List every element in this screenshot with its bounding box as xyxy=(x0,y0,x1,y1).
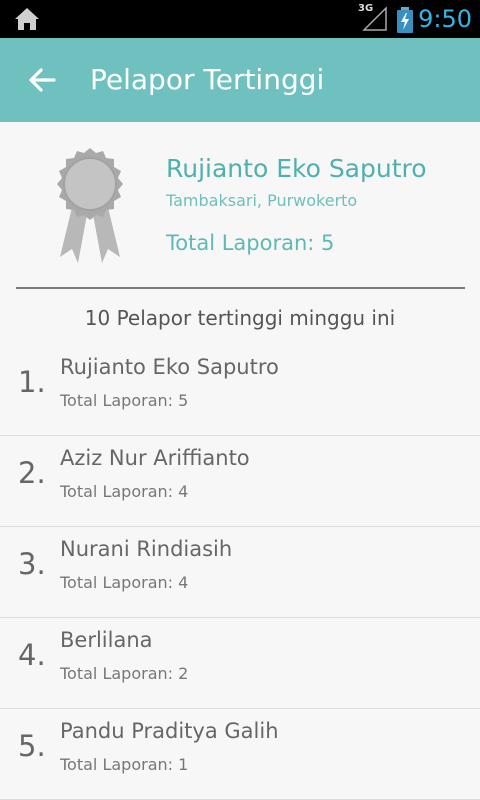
rank-number: 4. xyxy=(18,638,46,672)
reporter-total: Total Laporan: 4 xyxy=(60,573,189,592)
status-time: 9:50 xyxy=(418,5,472,33)
rank-number: 5. xyxy=(18,729,46,763)
divider xyxy=(16,287,465,289)
battery-charging-icon xyxy=(397,7,413,33)
reporter-total: Total Laporan: 4 xyxy=(60,482,189,501)
home-icon[interactable] xyxy=(14,7,40,31)
list-item[interactable]: 2. Aziz Nur Ariffianto Total Laporan: 4 xyxy=(0,436,480,527)
reporter-list: 1. Rujianto Eko Saputro Total Laporan: 5… xyxy=(0,345,480,800)
rank-number: 2. xyxy=(18,456,46,490)
top-reporter-card: Rujianto Eko Saputro Tambaksari, Purwoke… xyxy=(0,122,480,288)
list-item[interactable]: 5. Pandu Praditya Galih Total Laporan: 1 xyxy=(0,709,480,800)
signal-icon: 3G xyxy=(358,4,390,32)
reporter-total: Total Laporan: 2 xyxy=(60,664,189,683)
top-reporter-name: Rujianto Eko Saputro xyxy=(166,154,427,183)
list-item[interactable]: 1. Rujianto Eko Saputro Total Laporan: 5 xyxy=(0,345,480,436)
rank-number: 1. xyxy=(18,365,46,399)
award-ribbon-icon xyxy=(57,148,123,263)
status-bar: 3G 9:50 xyxy=(0,0,480,38)
reporter-name: Berlilana xyxy=(60,628,153,652)
rank-number: 3. xyxy=(18,547,46,581)
top-reporter-total: Total Laporan: 5 xyxy=(166,231,335,255)
reporter-name: Aziz Nur Ariffianto xyxy=(60,446,250,470)
page-title: Pelapor Tertinggi xyxy=(90,63,325,96)
list-heading: 10 Pelapor tertinggi minggu ini xyxy=(84,306,396,330)
list-item[interactable]: 4. Berlilana Total Laporan: 2 xyxy=(0,618,480,709)
arrow-left-icon[interactable] xyxy=(24,62,60,98)
list-item[interactable]: 3. Nurani Rindiasih Total Laporan: 4 xyxy=(0,527,480,618)
reporter-name: Pandu Praditya Galih xyxy=(60,719,279,743)
reporter-name: Rujianto Eko Saputro xyxy=(60,355,279,379)
reporter-name: Nurani Rindiasih xyxy=(60,537,233,561)
reporter-total: Total Laporan: 1 xyxy=(60,755,189,774)
reporter-total: Total Laporan: 5 xyxy=(60,391,189,410)
top-reporter-location: Tambaksari, Purwokerto xyxy=(166,191,358,210)
action-bar: Pelapor Tertinggi xyxy=(0,38,480,122)
